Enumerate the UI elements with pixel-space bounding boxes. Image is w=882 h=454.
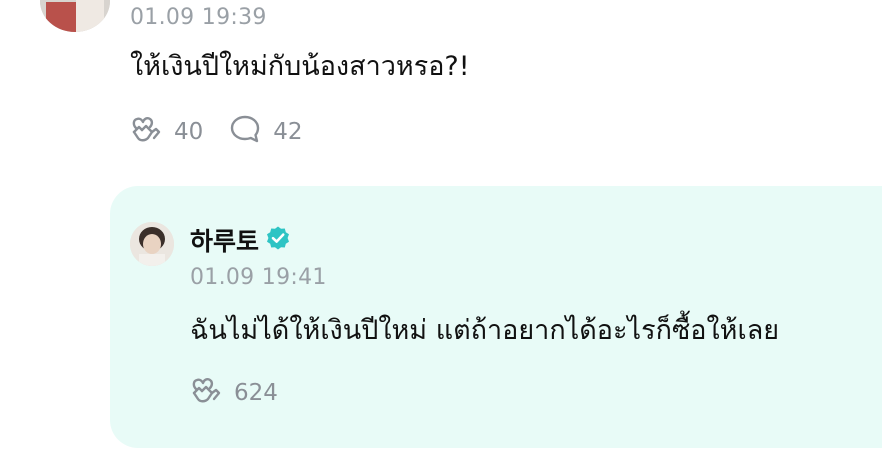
artist-name[interactable]: 하루토 (190, 222, 259, 258)
comment-thread: 01.09 19:39 ให้เงินปีใหม่กับน้องสาวหรอ?!… (0, 0, 882, 454)
commenter-avatar[interactable] (40, 0, 110, 32)
artist-name-row: 하루토 (190, 222, 291, 258)
reply-like-count: 624 (234, 380, 278, 406)
comment-timestamp: 01.09 19:39 (130, 5, 267, 30)
heart-hands-icon (190, 375, 234, 411)
like-button[interactable]: 40 (130, 114, 203, 150)
reply-button[interactable]: 42 (229, 114, 303, 150)
reply-count: 42 (273, 119, 303, 145)
speech-bubble-icon (229, 114, 273, 150)
artist-avatar[interactable] (130, 222, 174, 266)
comment-text: ให้เงินปีใหม่กับน้องสาวหรอ?! (130, 51, 470, 82)
like-count: 40 (174, 119, 204, 145)
verified-badge-icon (265, 225, 291, 255)
reply-actions: 624 (190, 375, 304, 411)
reply-text: ฉันไม่ได้ให้เงินปีใหม่ แต่ถ้าอยากได้อะไร… (190, 315, 780, 346)
reply-timestamp: 01.09 19:41 (190, 265, 327, 290)
comment-actions: 40 42 (130, 114, 329, 150)
heart-hands-icon (130, 114, 174, 150)
artist-reply-card: 하루토 01.09 19:41 ฉันไม่ได้ให้เงินปีใหม่ แ… (110, 186, 882, 448)
reply-like-button[interactable]: 624 (190, 375, 278, 411)
